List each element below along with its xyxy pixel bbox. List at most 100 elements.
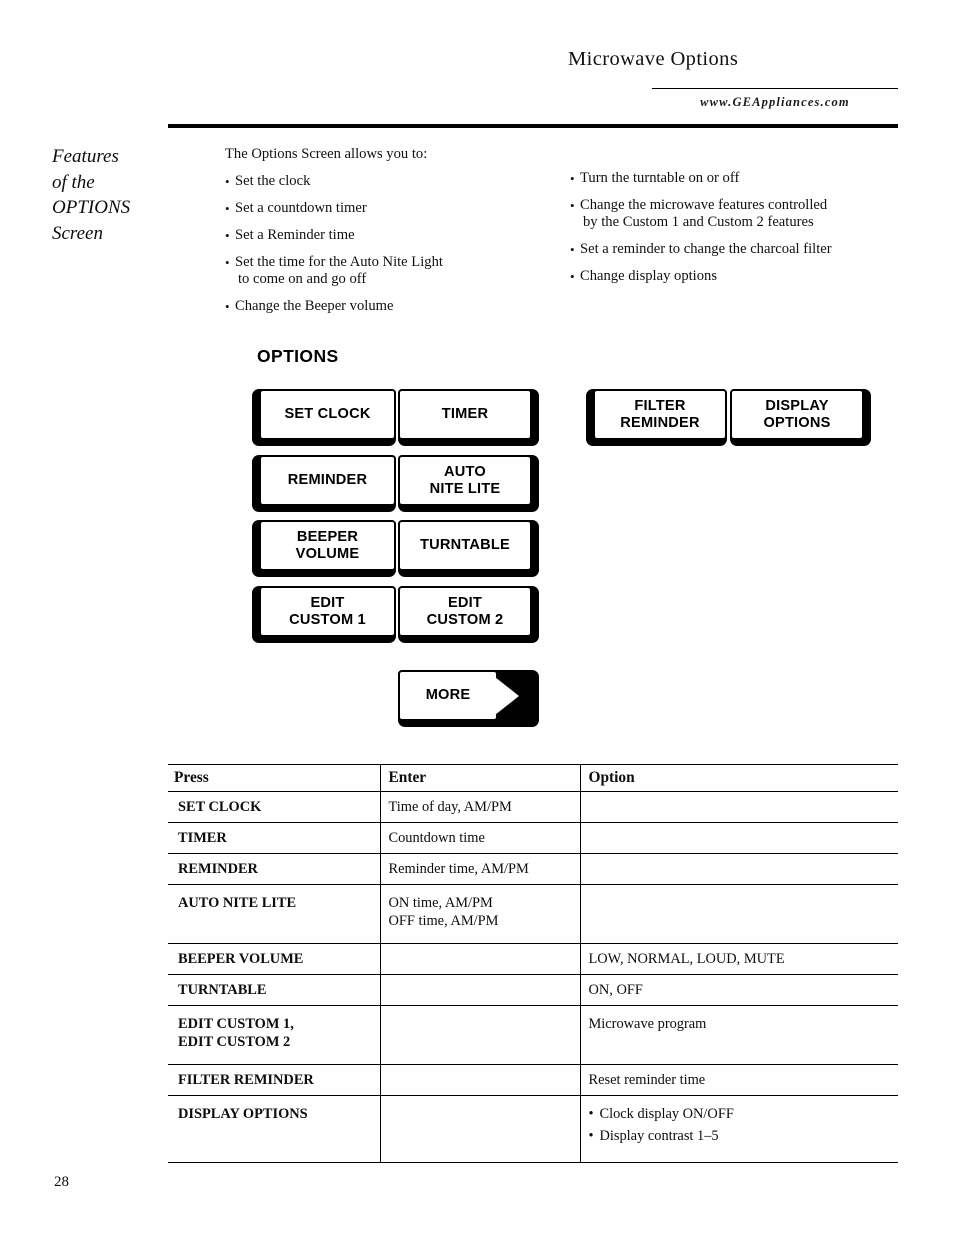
button-face: BEEPER VOLUME <box>259 520 396 571</box>
button-face: AUTO NITE LITE <box>398 455 532 506</box>
button-label-line-2: CUSTOM 1 <box>289 611 366 628</box>
options-screen-label: OPTIONS <box>257 346 339 366</box>
button-label-line-1: EDIT <box>447 594 483 611</box>
bullet-text: Change display options <box>580 268 718 284</box>
table-row: FILTER REMINDER Reset reminder time <box>168 1064 898 1096</box>
button-face: MORE <box>398 670 498 721</box>
cell-press: TIMER <box>168 822 380 854</box>
button-set-clock[interactable]: SET CLOCK <box>252 389 396 446</box>
button-face: EDIT CUSTOM 1 <box>259 586 396 637</box>
cell-enter: Countdown time <box>379 822 580 854</box>
button-display-options[interactable]: DISPLAY OPTIONS <box>730 389 871 446</box>
cell-option: LOW, NORMAL, LOUD, MUTE <box>579 943 898 975</box>
button-reminder[interactable]: REMINDER <box>252 455 396 512</box>
button-edit-custom-1[interactable]: EDIT CUSTOM 1 <box>252 586 396 643</box>
intro-lead-text: The Options Screen allows you to: <box>225 146 428 162</box>
button-label-line-1: AUTO <box>444 463 486 480</box>
button-label-line-2: OPTIONS <box>763 414 831 431</box>
cell-press: BEEPER VOLUME <box>168 943 380 975</box>
cell-press: SET CLOCK <box>168 791 380 823</box>
bullet-text: Set a Reminder time <box>235 227 355 243</box>
button-face: REMINDER <box>259 455 396 506</box>
cell-option <box>579 853 898 885</box>
cell-option-bullet-1: Clock display ON/OFF <box>589 1105 899 1123</box>
header-thin-rule <box>652 88 898 89</box>
cell-option <box>579 822 898 854</box>
button-turntable[interactable]: TURNTABLE <box>398 520 539 577</box>
table-row: DISPLAY OPTIONS Clock display ON/OFF Dis… <box>168 1095 899 1163</box>
cell-press: DISPLAY OPTIONS <box>168 1095 380 1163</box>
cell-press: AUTO NITE LITE <box>168 884 380 944</box>
button-edit-custom-2[interactable]: EDIT CUSTOM 2 <box>398 586 539 643</box>
button-label-line-1: FILTER <box>634 397 686 414</box>
table-row: BEEPER VOLUME LOW, NORMAL, LOUD, MUTE <box>168 943 898 975</box>
options-reference-table: Press Enter Option SET CLOCK Time of day… <box>168 764 898 1163</box>
bullet-text-continued: by the Custom 1 and Custom 2 features <box>583 214 814 230</box>
cell-option <box>579 791 898 823</box>
button-label-line-2: CUSTOM 2 <box>426 611 504 628</box>
header-thick-rule <box>168 124 898 128</box>
page-number: 28 <box>54 1174 69 1190</box>
bullet-text: Set a countdown timer <box>235 200 367 216</box>
button-label: TURNTABLE <box>420 537 510 553</box>
list-item: Set a Reminder time <box>225 227 555 244</box>
section-heading-line-4: Screen <box>52 222 103 244</box>
section-heading-line-3: OPTIONS <box>52 197 131 218</box>
page-title: Microwave Options <box>568 48 739 70</box>
button-label-line-2: VOLUME <box>295 545 360 562</box>
list-item: Set a reminder to change the charcoal fi… <box>570 241 900 258</box>
bullet-text: Change the microwave features controlled <box>580 197 828 213</box>
list-item: Set the clock <box>225 173 555 190</box>
cell-press: REMINDER <box>168 853 380 885</box>
intro-bullets-right-column: Turn the turntable on or off Change the … <box>570 170 900 295</box>
list-item: Set the time for the Auto Nite Light to … <box>225 254 555 288</box>
button-beeper-volume[interactable]: BEEPER VOLUME <box>252 520 396 577</box>
cell-press: TURNTABLE <box>168 974 380 1006</box>
button-face: TURNTABLE <box>398 520 532 571</box>
button-label-line-2: REMINDER <box>620 414 700 431</box>
table-header-row: Press Enter Option <box>168 764 898 792</box>
button-label: MORE <box>425 687 471 703</box>
button-face: EDIT CUSTOM 2 <box>398 586 532 637</box>
button-more[interactable]: MORE <box>398 670 539 727</box>
bullet-text: Set the time for the Auto Nite Light <box>235 254 443 270</box>
cell-option-bullet-2: Display contrast 1–5 <box>589 1127 899 1145</box>
table-row: TIMER Countdown time <box>168 822 898 854</box>
cell-press-line-1: EDIT CUSTOM 1, <box>178 1016 294 1032</box>
column-header-enter: Enter <box>379 764 580 792</box>
bullet-text: Change the Beeper volume <box>235 298 394 314</box>
cell-option: Clock display ON/OFF Display contrast 1–… <box>579 1095 899 1163</box>
cell-option: ON, OFF <box>579 974 898 1006</box>
list-item: Change the Beeper volume <box>225 298 555 315</box>
button-auto-nite-lite[interactable]: AUTO NITE LITE <box>398 455 539 512</box>
button-timer[interactable]: TIMER <box>398 389 539 446</box>
cell-option <box>579 884 898 944</box>
table-row: REMINDER Reminder time, AM/PM <box>168 853 898 885</box>
cell-press: EDIT CUSTOM 1, EDIT CUSTOM 2 <box>168 1005 380 1065</box>
button-label: TIMER <box>441 406 489 422</box>
button-label-line-1: BEEPER <box>296 528 359 545</box>
column-header-press: Press <box>168 764 380 792</box>
section-heading-line-2: of the <box>52 171 95 193</box>
bullet-text: Turn the turntable on or off <box>580 170 740 186</box>
list-item: Turn the turntable on or off <box>570 170 900 187</box>
website-url: www.GEAppliances.com <box>700 95 850 109</box>
cell-press-line-2: EDIT CUSTOM 2 <box>178 1034 291 1050</box>
button-filter-reminder[interactable]: FILTER REMINDER <box>586 389 727 446</box>
cell-enter-line-2: OFF time, AM/PM <box>388 913 499 929</box>
list-item: Set a countdown timer <box>225 200 555 217</box>
chevron-right-icon <box>495 676 519 715</box>
button-label: SET CLOCK <box>284 406 371 422</box>
cell-enter <box>379 1095 580 1163</box>
cell-press: FILTER REMINDER <box>168 1064 380 1096</box>
more-arrow-well <box>491 670 539 721</box>
cell-enter: Time of day, AM/PM <box>379 791 580 823</box>
cell-enter-line-1: ON time, AM/PM <box>388 895 493 911</box>
section-heading-line-1: Features <box>52 146 119 167</box>
table-row: SET CLOCK Time of day, AM/PM <box>168 791 898 823</box>
table-row: AUTO NITE LITE ON time, AM/PM OFF time, … <box>168 884 898 944</box>
cell-enter <box>379 1064 580 1096</box>
bullet-text: Set the clock <box>235 173 311 189</box>
cell-option: Reset reminder time <box>579 1064 898 1096</box>
button-face: DISPLAY OPTIONS <box>730 389 864 440</box>
